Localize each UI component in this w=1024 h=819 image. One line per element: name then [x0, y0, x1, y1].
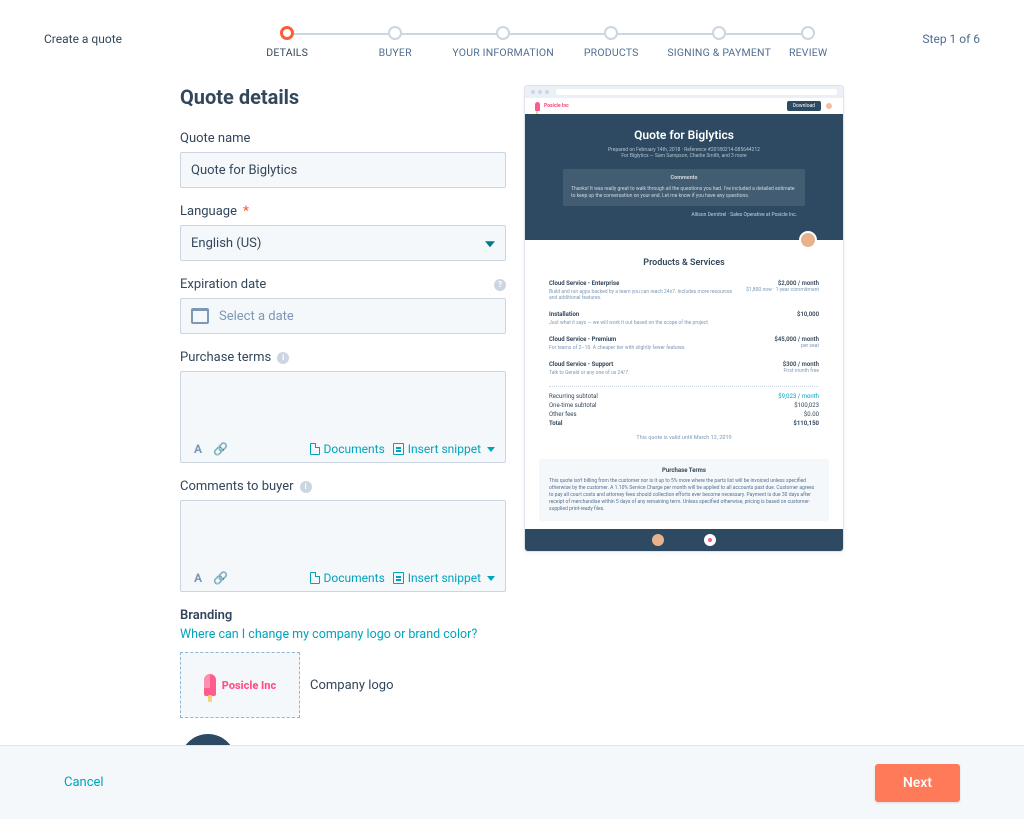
- field-comments: Comments to buyer i A 🔗 Documents: [180, 479, 506, 592]
- step-circle-icon: [712, 26, 726, 40]
- form-column: Quote details Quote name Quote for Bigly…: [180, 85, 506, 790]
- snippet-icon: [393, 572, 404, 584]
- info-icon[interactable]: i: [300, 481, 312, 493]
- purchase-terms-label: Purchase terms: [180, 350, 271, 365]
- avatar-icon: [704, 534, 716, 546]
- step-circle-icon: [280, 26, 294, 40]
- info-icon[interactable]: ?: [494, 279, 506, 291]
- field-language: Language * English (US): [180, 204, 506, 261]
- preview-topbar: Posicle Inc Download: [525, 98, 843, 114]
- avatar-icon: [799, 231, 817, 249]
- quote-preview: Posicle Inc Download Quote for Biglytics…: [524, 85, 844, 552]
- step-review[interactable]: REVIEW: [773, 26, 843, 59]
- chevron-down-icon: [485, 241, 495, 247]
- avatar-icon: [825, 102, 833, 110]
- browser-chrome: [525, 86, 843, 98]
- company-logo-label: Company logo: [310, 678, 394, 693]
- document-icon: [310, 572, 320, 584]
- step-your-information[interactable]: YOUR INFORMATION: [449, 26, 557, 59]
- cancel-button[interactable]: Cancel: [64, 775, 104, 790]
- expiration-date-input[interactable]: Select a date: [180, 298, 506, 334]
- stepper: DETAILS BUYER YOUR INFORMATION PRODUCTS: [154, 26, 922, 59]
- language-select[interactable]: English (US): [180, 225, 506, 261]
- preview-line-item: Cloud Service - Support$300 / month Talk…: [549, 361, 819, 376]
- calendar-icon: [191, 308, 209, 324]
- documents-button[interactable]: Documents: [310, 571, 385, 585]
- chevron-down-icon: [487, 576, 495, 581]
- preview-terms: Purchase Terms This quote isn't billing …: [539, 459, 829, 521]
- comments-input[interactable]: A 🔗 Documents Insert snippet: [180, 500, 506, 592]
- company-logo-picker[interactable]: Posicle Inc: [180, 652, 300, 718]
- preview-title: Quote for Biglytics: [545, 128, 823, 142]
- rich-toolbar: A 🔗 Documents Insert snippet: [181, 565, 505, 591]
- snippet-icon: [393, 443, 404, 455]
- next-button[interactable]: Next: [875, 764, 960, 802]
- insert-snippet-button[interactable]: Insert snippet: [393, 571, 495, 585]
- rich-toolbar: A 🔗 Documents Insert snippet: [181, 436, 505, 462]
- preview-line-item: Cloud Service - Premium$45,000 / month F…: [549, 336, 819, 351]
- preview-line-item: Installation$10,000 Just what it says — …: [549, 311, 819, 326]
- field-purchase-terms: Purchase terms i A 🔗 Documents: [180, 350, 506, 463]
- required-indicator: *: [243, 204, 249, 219]
- quote-name-input[interactable]: Quote for Biglytics: [180, 152, 506, 188]
- language-label: Language: [180, 204, 237, 219]
- preview-line-item: Cloud Service - Enterprise$2,000 / month…: [549, 280, 819, 301]
- step-circle-icon: [496, 26, 510, 40]
- branding-help-link[interactable]: Where can I change my company logo or br…: [180, 627, 477, 642]
- create-quote-label: Create a quote: [44, 32, 154, 46]
- header: Create a quote DETAILS BUYER YOUR INFORM…: [0, 0, 1024, 59]
- step-circle-icon: [388, 26, 402, 40]
- quote-name-label: Quote name: [180, 131, 506, 146]
- comments-label: Comments to buyer: [180, 479, 294, 494]
- info-icon[interactable]: i: [277, 352, 289, 364]
- purchase-terms-input[interactable]: A 🔗 Documents Insert snippet: [180, 371, 506, 463]
- step-products[interactable]: PRODUCTS: [557, 26, 665, 59]
- documents-button[interactable]: Documents: [310, 442, 385, 456]
- step-counter: Step 1 of 6: [922, 32, 980, 46]
- avatar-icon: [652, 534, 664, 546]
- insert-snippet-button[interactable]: Insert snippet: [393, 442, 495, 456]
- products-heading: Products & Services: [549, 258, 819, 268]
- field-expiration: Expiration date ? Select a date: [180, 277, 506, 334]
- expiration-label: Expiration date: [180, 277, 266, 292]
- page-title: Quote details: [180, 85, 506, 109]
- step-details[interactable]: DETAILS: [233, 26, 341, 59]
- link-icon[interactable]: 🔗: [213, 442, 227, 456]
- field-quote-name: Quote name Quote for Biglytics: [180, 131, 506, 188]
- popsicle-icon: [535, 102, 540, 111]
- preview-footer: [525, 529, 843, 551]
- popsicle-icon: [204, 674, 216, 696]
- chevron-down-icon: [487, 447, 495, 452]
- text-style-icon[interactable]: A: [191, 442, 205, 456]
- text-style-icon[interactable]: A: [191, 571, 205, 585]
- bottom-bar: Cancel Next: [0, 745, 1024, 819]
- link-icon[interactable]: 🔗: [213, 571, 227, 585]
- step-signing-payment[interactable]: SIGNING & PAYMENT: [665, 26, 773, 59]
- document-icon: [310, 443, 320, 455]
- step-circle-icon: [801, 26, 815, 40]
- download-button: Download: [787, 101, 821, 111]
- step-circle-icon: [604, 26, 618, 40]
- branding-heading: Branding: [180, 608, 506, 623]
- preview-hero: Quote for Biglytics Prepared on February…: [525, 114, 843, 240]
- step-buyer[interactable]: BUYER: [341, 26, 449, 59]
